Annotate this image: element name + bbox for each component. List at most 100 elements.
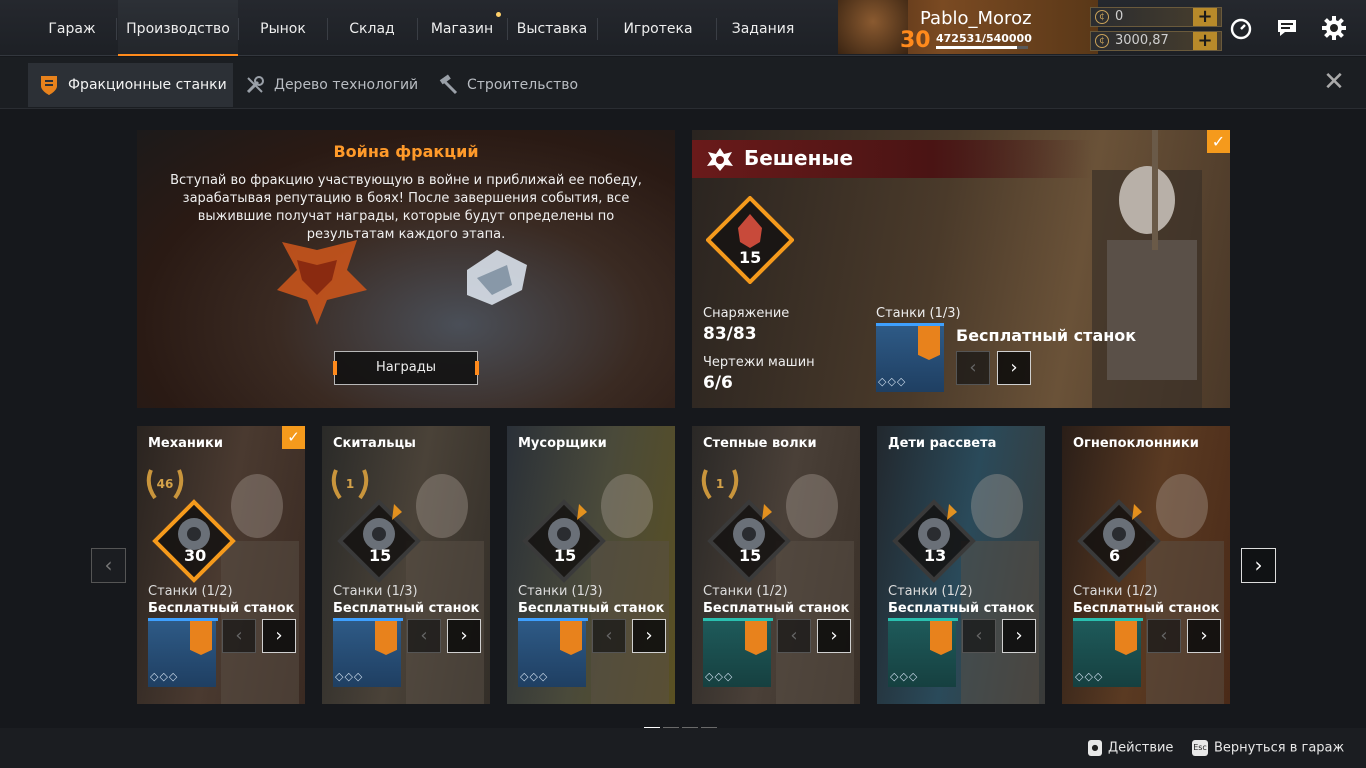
stations-label: Станки (1/2) [1073, 584, 1158, 599]
station-thumbnail[interactable]: ◇◇◇ [1073, 621, 1141, 687]
carousel-next-button[interactable]: › [1241, 548, 1276, 583]
faction-card[interactable]: Механики ✓ 46 30 Станки (1/2) Бесплатный стан… [137, 426, 305, 704]
station-thumbnail[interactable]: ◇◇◇ [876, 326, 944, 392]
gear-icon [152, 499, 236, 583]
station-badge [560, 621, 582, 655]
faction-card[interactable]: Скитальцы 1 15 Станки (1/3) Бесплатный стано… [322, 426, 490, 704]
add-coins-button[interactable]: + [1193, 8, 1217, 26]
rewards-button[interactable]: Награды [333, 351, 479, 385]
xp-progress-bar [936, 46, 1028, 49]
free-station-label: Бесплатный станок [1073, 601, 1220, 616]
coin-icon: ¢ [1095, 10, 1109, 24]
station-thumbnail[interactable]: ◇◇◇ [333, 621, 401, 687]
carousel-prev-button[interactable]: ‹ [91, 548, 126, 583]
faction-name: Мусорщики [518, 436, 607, 451]
player-name: Pablo_Moroz [920, 8, 1032, 29]
station-thumbnail[interactable]: ◇◇◇ [148, 621, 216, 687]
station-next-button[interactable]: › [632, 619, 666, 653]
faction-level-badge [706, 196, 794, 284]
wolf-icon [707, 499, 791, 583]
station-thumbnail[interactable]: ◇◇◇ [888, 621, 956, 687]
nav-storage[interactable]: Склад [338, 0, 406, 56]
nav-garage[interactable]: Гараж [40, 0, 104, 56]
free-station-label: Бесплатный станок [518, 601, 665, 616]
tab-faction-stations[interactable]: Фракционные станки [28, 63, 233, 107]
featured-faction-panel[interactable]: Бешеные ✓ 15 Снаряжение 83/83 Чертежи ма… [692, 130, 1230, 408]
app-window: Гараж Производство Рынок Склад Магазин В… [0, 0, 1366, 768]
nav-divider [507, 18, 508, 40]
station-parts-icon: ◇◇◇ [335, 670, 364, 683]
coins-balance: ¢ 0 + [1090, 7, 1222, 27]
faction-shield-icon [41, 76, 57, 95]
station-parts-icon: ◇◇◇ [705, 670, 734, 683]
faction-card[interactable]: Огнепоклонники 6 Станки (1/2) Бесплатный ст… [1062, 426, 1230, 704]
esc-key-icon: Esc [1192, 740, 1208, 756]
nav-divider [238, 18, 239, 40]
station-prev-button[interactable]: ‹ [956, 351, 990, 385]
nav-market[interactable]: Рынок [250, 0, 316, 56]
faction-card[interactable]: Степные волки 1 15 Станки (1/2) Бесплатный с… [692, 426, 860, 704]
station-thumbnail[interactable]: ◇◇◇ [518, 621, 586, 687]
action-hint[interactable]: ● Действие [1088, 740, 1173, 756]
radio-icon [337, 499, 421, 583]
back-to-garage-hint[interactable]: Esc Вернуться в гараж [1192, 740, 1344, 756]
station-badge [930, 621, 952, 655]
nav-production[interactable]: Производство [118, 0, 238, 56]
nav-quests[interactable]: Задания [728, 0, 798, 56]
stations-label: Станки (1/3) [876, 306, 961, 321]
reputation-level: 1 [345, 477, 355, 491]
tab-tech-tree[interactable]: Дерево технологий [234, 63, 424, 107]
blueprints-label: Чертежи машин [703, 355, 815, 370]
selected-check-icon: ✓ [282, 426, 305, 449]
faction-level: 6 [1109, 546, 1121, 565]
station-prev-button[interactable]: ‹ [777, 619, 811, 653]
station-thumbnail[interactable]: ◇◇◇ [703, 621, 771, 687]
station-prev-button[interactable]: ‹ [1147, 619, 1181, 653]
station-prev-button[interactable]: ‹ [592, 619, 626, 653]
station-next-button[interactable]: › [1002, 619, 1036, 653]
faction-card[interactable]: Дети рассвета 13 Станки (1/2) Бесплатный ст… [877, 426, 1045, 704]
faction-card[interactable]: Мусорщики 15 Станки (1/3) Бесплатный станок… [507, 426, 675, 704]
station-next-button[interactable]: › [997, 351, 1031, 385]
station-next-button[interactable]: › [817, 619, 851, 653]
carousel-pager [644, 715, 720, 730]
add-credits-button[interactable]: + [1193, 32, 1217, 50]
faction-war-panel: Война фракций Вступай во фракцию участву… [137, 130, 675, 408]
stations-label: Станки (1/3) [333, 584, 418, 599]
faction-name: Скитальцы [333, 436, 416, 451]
station-next-button[interactable]: › [447, 619, 481, 653]
player-xp: 472531/540000 [936, 32, 1032, 45]
card-pager [388, 694, 445, 697]
reputation-level: 46 [156, 477, 174, 491]
station-prev-button[interactable]: ‹ [962, 619, 996, 653]
xp-progress-fill [936, 46, 1017, 49]
shop-notification-dot [496, 12, 501, 17]
station-next-button[interactable]: › [1187, 619, 1221, 653]
featured-level: 15 [739, 248, 762, 267]
nav-divider [716, 18, 717, 40]
chat-icon[interactable] [1273, 14, 1301, 42]
faction-level: 15 [554, 546, 577, 565]
nav-divider [327, 18, 328, 40]
station-badge [918, 326, 940, 360]
fire-icon [1077, 499, 1161, 583]
back-label: Вернуться в гараж [1214, 740, 1345, 756]
close-icon[interactable]: ✕ [1322, 69, 1346, 95]
nav-shop[interactable]: Магазин [428, 0, 496, 56]
station-next-button[interactable]: › [262, 619, 296, 653]
faction-name: Огнепоклонники [1073, 436, 1199, 451]
station-prev-button[interactable]: ‹ [222, 619, 256, 653]
gear-icon[interactable] [1320, 14, 1348, 42]
top-nav-bar: Гараж Производство Рынок Склад Магазин В… [0, 0, 1366, 56]
footer-hints: ● Действие Esc Вернуться в гараж [0, 728, 1366, 768]
player-profile[interactable]: Pablo_Moroz 30 472531/540000 [838, 0, 1098, 54]
action-label: Действие [1108, 740, 1174, 756]
station-parts-icon: ◇◇◇ [520, 670, 549, 683]
station-prev-button[interactable]: ‹ [407, 619, 441, 653]
faction-name: Степные волки [703, 436, 817, 451]
nav-game-room[interactable]: Игротека [616, 0, 700, 56]
speedometer-icon[interactable] [1227, 14, 1255, 42]
tab-construction[interactable]: Строительство [427, 63, 587, 107]
nav-exhibition[interactable]: Выставка [516, 0, 588, 56]
credits-value: 3000,87 [1115, 33, 1169, 48]
